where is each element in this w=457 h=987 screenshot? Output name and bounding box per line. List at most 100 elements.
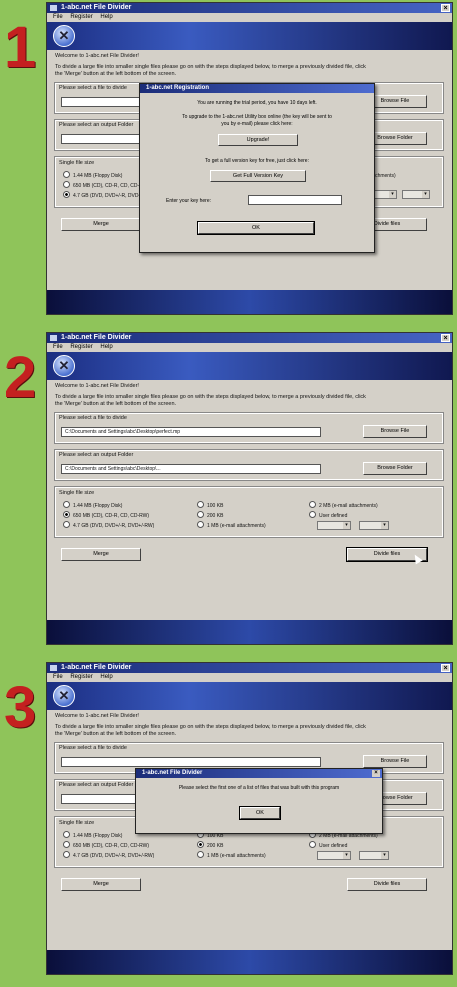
size-option-label: 4.7 GB (DVD, DVD+/-R, DVD+/-RW)	[73, 853, 155, 859]
menu-file[interactable]: File	[53, 674, 63, 680]
error-dialog: 1-abc.net File Divider × Please select t…	[135, 768, 383, 834]
menu-register[interactable]: Register	[70, 344, 92, 350]
instructions-line-2: the 'Merge' button at the left bottom of…	[55, 401, 177, 407]
banner: ✕	[47, 22, 452, 50]
size-unit-combo[interactable]: ▾	[402, 190, 430, 199]
key-input[interactable]	[248, 195, 342, 205]
size-option-label: 1.44 MB (Floppy Disk)	[73, 833, 123, 839]
menu-help[interactable]: Help	[100, 14, 112, 20]
size-option-label: User defined	[319, 843, 348, 849]
size-option-cd[interactable]: 650 MB (CD), CD-R, CD, CD-RW)	[63, 181, 149, 190]
size-option-dvd[interactable]: 4.7 GB (DVD, DVD+/-R, DVD+/-RW)	[63, 521, 154, 530]
ok-button[interactable]: OK	[197, 221, 315, 235]
upgrade-text-1: To upgrade to the 1-abc.net Utility box …	[182, 114, 332, 120]
footer-band	[47, 290, 452, 314]
error-message: Please select the first one of a list of…	[178, 785, 340, 791]
divide-files-button[interactable]: Divide files	[347, 878, 427, 891]
window-titlebar: 1-abc.net File Divider ×	[47, 663, 452, 673]
get-full-version-key-button[interactable]: Get Full Version Key	[210, 170, 306, 182]
free-key-text: To get a full version key for free, just…	[205, 158, 309, 164]
dialog-titlebar: 1-abc.net Registration	[140, 84, 374, 93]
size-option-100kb[interactable]: 100 KB	[197, 501, 223, 510]
menu-file[interactable]: File	[53, 344, 63, 350]
window-titlebar: 1-abc.net File Divider ×	[47, 3, 452, 13]
size-option-user-defined[interactable]: User defined	[309, 841, 347, 850]
key-label: Enter your key here:	[166, 198, 212, 204]
size-option-label: 1 MB (e-mail attachments)	[207, 853, 266, 859]
size-option-cd[interactable]: 650 MB (CD), CD-R, CD, CD-RW)	[63, 841, 149, 850]
close-icon[interactable]: ×	[441, 4, 450, 12]
size-option-1mb[interactable]: 1 MB (e-mail attachments)	[197, 521, 266, 530]
size-option-cd[interactable]: 650 MB (CD), CD-R, CD, CD-RW)	[63, 511, 149, 520]
menu-help[interactable]: Help	[100, 344, 112, 350]
chevron-down-icon: ▾	[381, 852, 388, 859]
instructions-line-2: the 'Merge' button at the left bottom of…	[55, 71, 177, 77]
footer-band	[47, 620, 452, 644]
browse-folder-button[interactable]: Browse Folder	[363, 462, 427, 475]
welcome-text: Welcome to 1-abc.net File Divider!	[55, 713, 139, 719]
size-unit-combo[interactable]: ▾	[359, 521, 389, 530]
size-option-2mb[interactable]: 2 MB (e-mail attachments)	[309, 501, 378, 510]
close-icon[interactable]: ×	[441, 334, 450, 342]
browse-file-button[interactable]: Browse File	[363, 425, 427, 438]
instructions-line-1: To divide a large file into smaller sing…	[55, 64, 366, 70]
menu-register[interactable]: Register	[70, 14, 92, 20]
step-number: 3	[4, 675, 37, 740]
trial-text: You are running the trial period, you ha…	[197, 100, 317, 106]
size-option-label: 200 KB	[207, 513, 224, 519]
size-option-dvd[interactable]: 4.7 GB (DVD, DVD+/-R, DVD+/-RW)	[63, 851, 154, 860]
size-option-1mb[interactable]: 1 MB (e-mail attachments)	[197, 851, 266, 860]
browse-file-button[interactable]: Browse File	[363, 755, 427, 768]
banner: ✕	[47, 682, 452, 710]
registration-dialog: 1-abc.net Registration You are running t…	[139, 83, 375, 253]
size-option-label: 1.44 MB (Floppy Disk)	[73, 503, 123, 509]
close-icon[interactable]: ×	[441, 664, 450, 672]
tools-logo-icon: ✕	[53, 355, 75, 377]
select-folder-label: Please select an output Folder	[59, 452, 134, 458]
instructions-line-1: To divide a large file into smaller sing…	[55, 394, 366, 400]
menu-register[interactable]: Register	[70, 674, 92, 680]
close-icon[interactable]: ×	[372, 770, 380, 777]
size-option-label: 100 KB	[207, 503, 224, 509]
window-title: 1-abc.net File Divider	[61, 334, 132, 341]
dialog-title: 1-abc.net File Divider	[142, 770, 203, 776]
tools-logo-icon: ✕	[53, 685, 75, 707]
size-option-user-defined[interactable]: User defined	[309, 511, 347, 520]
size-option-floppy[interactable]: 1.44 MB (Floppy Disk)	[63, 831, 122, 840]
size-option-200kb[interactable]: 200 KB	[197, 841, 223, 850]
upgrade-button[interactable]: Upgrade!	[218, 134, 298, 146]
menu-file[interactable]: File	[53, 14, 63, 20]
size-option-floppy[interactable]: 1.44 MB (Floppy Disk)	[63, 501, 122, 510]
step-number: 1	[4, 15, 37, 80]
merge-button[interactable]: Merge	[61, 878, 141, 891]
size-option-label: 200 KB	[207, 843, 224, 849]
menu-bar: File Register Help	[47, 13, 452, 22]
size-option-200kb[interactable]: 200 KB	[197, 511, 223, 520]
select-file-label: Please select a file to divide	[59, 745, 127, 751]
window-title: 1-abc.net File Divider	[61, 4, 132, 11]
size-option-label: 650 MB (CD), CD-R, CD, CD-RW)	[73, 183, 150, 189]
chevron-down-icon: ▾	[343, 522, 350, 529]
select-folder-label: Please select an output Folder	[59, 122, 134, 128]
merge-button[interactable]: Merge	[61, 548, 141, 561]
app-window: 1-abc.net File Divider × File Register H…	[46, 332, 453, 645]
merge-button[interactable]: Merge	[61, 218, 141, 231]
step-2: 2 1-abc.net File Divider × File Register…	[0, 330, 457, 650]
ok-button[interactable]: OK	[239, 806, 281, 820]
app-icon	[50, 335, 57, 341]
size-option-floppy[interactable]: 1.44 MB (Floppy Disk)	[63, 171, 122, 180]
size-label: Single file size	[59, 820, 95, 826]
folder-input[interactable]: C:\Documents and Settings\abc\Desktop\..…	[61, 464, 321, 474]
size-option-label: 1.44 MB (Floppy Disk)	[73, 173, 123, 179]
app-window: 1-abc.net File Divider × File Register H…	[46, 662, 453, 975]
size-label: Single file size	[59, 490, 95, 496]
size-unit-combo[interactable]: ▾	[359, 851, 389, 860]
size-value-combo[interactable]: ▾	[317, 521, 351, 530]
banner: ✕	[47, 352, 452, 380]
menu-bar: File Register Help	[47, 343, 452, 352]
file-input[interactable]	[61, 757, 321, 767]
size-value-combo[interactable]: ▾	[317, 851, 351, 860]
size-option-label: 1 MB (e-mail attachments)	[207, 523, 266, 529]
menu-help[interactable]: Help	[100, 674, 112, 680]
file-input[interactable]: C:\Documents and Settings\abc\Desktop\pe…	[61, 427, 321, 437]
